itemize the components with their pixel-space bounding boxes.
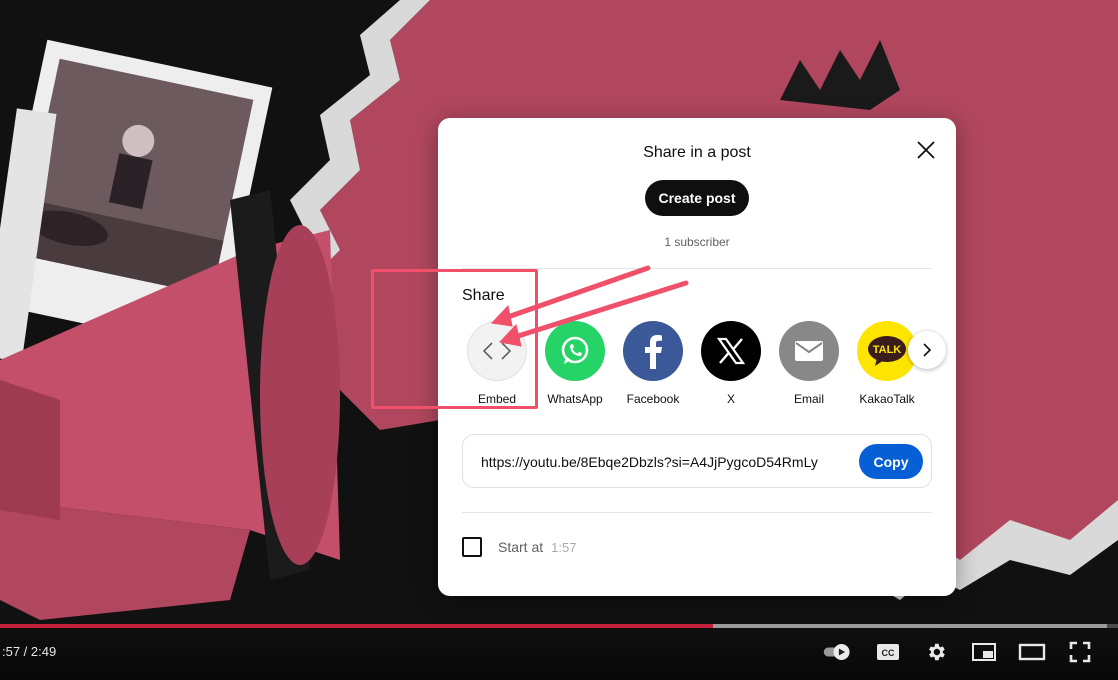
miniplayer-icon[interactable] xyxy=(968,638,1000,666)
start-at-checkbox[interactable] xyxy=(462,537,482,557)
svg-text:CC: CC xyxy=(882,648,895,658)
share-in-post-title: Share in a post xyxy=(643,144,751,161)
share-url-field[interactable]: https://youtu.be/8Ebqe2Dbzls?si=A4JjPygc… xyxy=(462,434,932,488)
share-target-label: WhatsApp xyxy=(547,392,603,406)
gear-icon[interactable] xyxy=(920,638,952,666)
whatsapp-icon xyxy=(545,321,605,381)
create-post-button[interactable]: Create post xyxy=(645,180,749,216)
annotation-highlight-box xyxy=(371,269,538,409)
share-target-facebook[interactable]: Facebook xyxy=(614,321,692,406)
autoplay-toggle-icon[interactable] xyxy=(822,638,854,666)
email-icon xyxy=(779,321,839,381)
player-controls: :57 / 2:49 CC xyxy=(0,628,1118,680)
subscriber-count: 1 subscriber xyxy=(664,235,730,249)
theater-icon[interactable] xyxy=(1016,638,1048,666)
cc-icon[interactable]: CC xyxy=(872,638,904,666)
share-target-label: Email xyxy=(793,392,824,406)
share-target-email[interactable]: Email xyxy=(770,321,848,406)
divider xyxy=(462,512,932,513)
share-target-x[interactable]: X xyxy=(692,321,770,406)
svg-text:TALK: TALK xyxy=(873,344,902,356)
share-target-label: KakaoTalk xyxy=(859,392,915,406)
chevron-right-icon[interactable] xyxy=(908,331,946,369)
copy-button[interactable]: Copy xyxy=(859,444,923,479)
share-url-text[interactable]: https://youtu.be/8Ebqe2Dbzls?si=A4JjPygc… xyxy=(481,454,818,470)
time-display: :57 / 2:49 xyxy=(2,644,57,659)
share-target-whatsapp[interactable]: WhatsApp xyxy=(536,321,614,406)
fullscreen-icon[interactable] xyxy=(1064,638,1096,666)
start-at-time[interactable]: 1:57 xyxy=(551,540,576,555)
share-target-label: X xyxy=(726,392,735,406)
start-at-label: Start at xyxy=(498,539,544,555)
start-at-row: Start at 1:57 xyxy=(462,536,576,558)
facebook-icon xyxy=(623,321,683,381)
x-logo-icon xyxy=(701,321,761,381)
share-target-label: Facebook xyxy=(626,392,680,406)
